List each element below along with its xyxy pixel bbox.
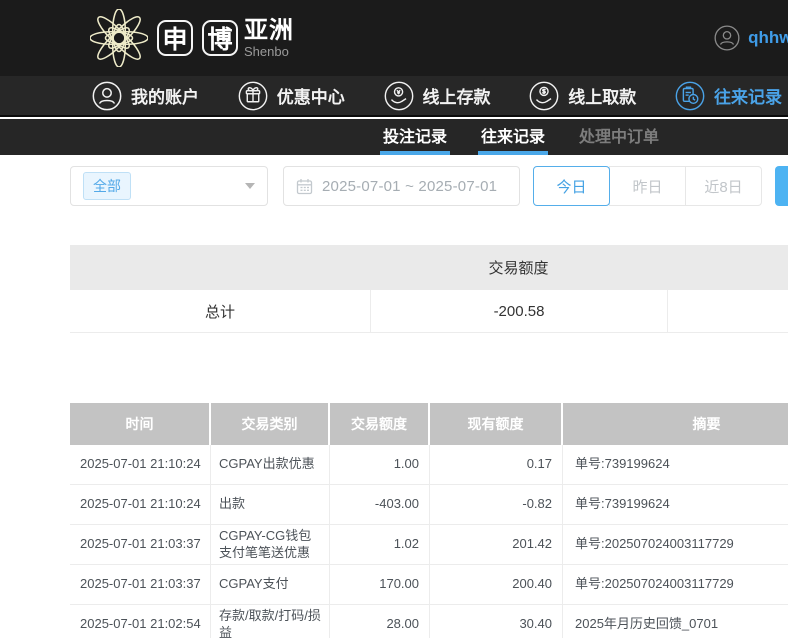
cell-type: CGPAY支付 (211, 565, 330, 604)
cell-balance: -0.82 (430, 485, 563, 524)
nav-item-transaction-records[interactable]: 往来记录 (675, 81, 782, 111)
cell-type: 出款 (211, 485, 330, 524)
search-submit-button[interactable] (775, 166, 788, 206)
flower-logo-icon (90, 9, 148, 67)
tab-bet-records[interactable]: 投注记录 (380, 119, 450, 155)
logo-subtitle: Shenbo (244, 45, 294, 58)
selected-filter-chip[interactable]: 全部 (83, 172, 131, 200)
records-icon (675, 81, 705, 111)
summary-total-label: 总计 (70, 290, 370, 332)
tab-transaction-records[interactable]: 往来记录 (478, 119, 548, 155)
summary-empty-cell (667, 290, 788, 332)
col-header-type: 交易类别 (211, 403, 330, 445)
nav-item-online-deposit[interactable]: 线上存款 (384, 81, 491, 111)
logo-char-bo: 博 (202, 20, 238, 56)
type-filter-select[interactable]: 全部 (70, 166, 268, 206)
nav-label: 线上存款 (423, 83, 491, 108)
nav-label: 优惠中心 (277, 83, 345, 108)
last-8-days-button[interactable]: 近8日 (685, 166, 762, 206)
cell-balance: 30.40 (430, 605, 563, 638)
cell-time: 2025-07-01 21:03:37 (70, 525, 211, 564)
table-row: 2025-07-01 21:03:37 CGPAY-CG钱包支付笔笔送优惠 1.… (70, 525, 788, 565)
col-header-balance: 现有额度 (430, 403, 563, 445)
cell-summary: 单号:739199624 (563, 445, 788, 484)
cell-time: 2025-07-01 21:10:24 (70, 485, 211, 524)
tab-label: 往来记录 (481, 123, 545, 147)
logo-region: 亚洲 (244, 19, 294, 43)
tab-label: 投注记录 (383, 123, 447, 147)
summary-table: 交易额度 总计 -200.58 (70, 245, 788, 333)
cell-summary: 2025年月历史回馈_0701 (563, 605, 788, 638)
col-header-summary: 摘要 (563, 403, 788, 445)
content-area: 全部 2025-07-01 ~ 2025-07-01 今日 昨日 近8日 交易额… (0, 155, 788, 638)
summary-amount-header: 交易额度 (370, 245, 667, 290)
user-icon (92, 81, 122, 111)
transactions-table-header: 时间 交易类别 交易额度 现有额度 摘要 (70, 403, 788, 445)
date-range-value: 2025-07-01 ~ 2025-07-01 (322, 178, 497, 195)
cell-summary: 单号:739199624 (563, 485, 788, 524)
records-tabbar: 投注记录 往来记录 处理中订单 (0, 119, 788, 155)
top-header: 申 博 亚洲 Shenbo qhhw2 (0, 0, 788, 76)
date-range-input[interactable]: 2025-07-01 ~ 2025-07-01 (283, 166, 520, 206)
tab-label: 处理中订单 (579, 123, 659, 147)
nav-label: 我的账户 (131, 83, 199, 108)
cell-balance: 0.17 (430, 445, 563, 484)
brand-logo[interactable]: 申 博 亚洲 Shenbo (90, 9, 294, 67)
calendar-icon (296, 178, 313, 195)
summary-total-amount: -200.58 (370, 290, 667, 332)
cell-type: CGPAY-CG钱包支付笔笔送优惠 (211, 525, 330, 564)
logo-char-shen: 申 (157, 20, 193, 56)
cell-amount: 1.02 (330, 525, 430, 564)
transactions-table: 时间 交易类别 交易额度 现有额度 摘要 2025-07-01 21:10:24… (70, 403, 788, 638)
chevron-down-icon (245, 183, 255, 189)
table-row: 2025-07-01 21:10:24 出款 -403.00 -0.82 单号:… (70, 485, 788, 525)
nav-item-my-account[interactable]: 我的账户 (92, 81, 199, 111)
gift-icon (238, 81, 268, 111)
cell-time: 2025-07-01 21:03:37 (70, 565, 211, 604)
nav-label: 往来记录 (714, 83, 782, 108)
yesterday-button[interactable]: 昨日 (609, 166, 686, 206)
cell-summary: 单号:202507024003117729 (563, 565, 788, 604)
avatar-icon (714, 25, 740, 51)
nav-item-online-withdraw[interactable]: 线上取款 (529, 81, 636, 111)
cell-amount: 1.00 (330, 445, 430, 484)
cell-time: 2025-07-01 21:02:54 (70, 605, 211, 638)
table-row: 2025-07-01 21:02:54 存款/取款/打码/损益 28.00 30… (70, 605, 788, 638)
nav-item-promotions[interactable]: 优惠中心 (238, 81, 345, 111)
main-nav: 我的账户 优惠中心 线上存款 线上取款 (0, 76, 788, 117)
tab-pending-orders[interactable]: 处理中订单 (576, 119, 662, 155)
cell-type: 存款/取款/打码/损益 (211, 605, 330, 638)
cell-amount: 28.00 (330, 605, 430, 638)
cell-type: CGPAY出款优惠 (211, 445, 330, 484)
summary-table-header: 交易额度 (70, 245, 788, 290)
cell-amount: 170.00 (330, 565, 430, 604)
cell-balance: 201.42 (430, 525, 563, 564)
user-account[interactable]: qhhw2 (714, 0, 788, 76)
quick-range-group: 今日 昨日 近8日 (533, 166, 762, 206)
deposit-icon (384, 81, 414, 111)
summary-total-row: 总计 -200.58 (70, 290, 788, 333)
col-header-amount: 交易额度 (330, 403, 430, 445)
cell-summary: 单号:202507024003117729 (563, 525, 788, 564)
cell-balance: 200.40 (430, 565, 563, 604)
cell-amount: -403.00 (330, 485, 430, 524)
table-row: 2025-07-01 21:10:24 CGPAY出款优惠 1.00 0.17 … (70, 445, 788, 485)
nav-label: 线上取款 (568, 83, 636, 108)
username: qhhw2 (748, 28, 788, 48)
col-header-time: 时间 (70, 403, 211, 445)
today-button[interactable]: 今日 (533, 166, 610, 206)
cell-time: 2025-07-01 21:10:24 (70, 445, 211, 484)
withdraw-icon (529, 81, 559, 111)
table-row: 2025-07-01 21:03:37 CGPAY支付 170.00 200.4… (70, 565, 788, 605)
